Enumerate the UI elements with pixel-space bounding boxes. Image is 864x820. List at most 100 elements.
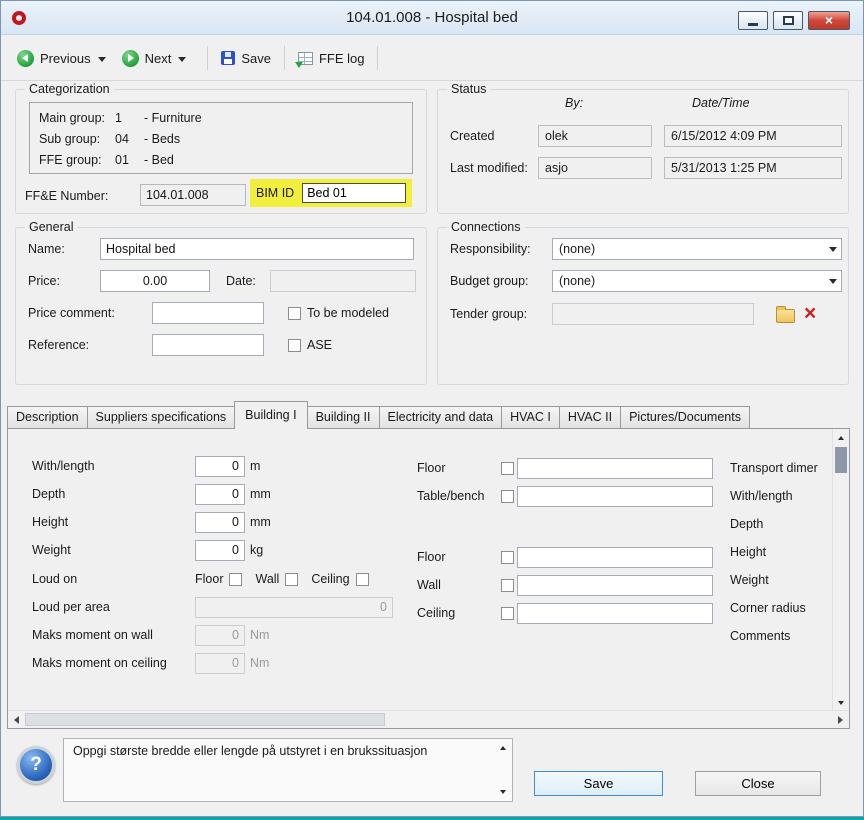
datetime-header: Date/Time — [692, 96, 750, 110]
tab-pictures-documents[interactable]: Pictures/Documents — [620, 406, 750, 429]
ase-label: ASE — [307, 338, 332, 352]
modified-datetime-field: 5/31/2013 1:25 PM — [664, 157, 842, 179]
surface-floor-checkbox[interactable] — [501, 551, 514, 564]
ffe-number-label: FF&E Number: — [25, 189, 108, 203]
tab-hvac-1[interactable]: HVAC I — [501, 406, 560, 429]
scroll-left-icon[interactable] — [8, 711, 25, 728]
tab-electricity-and-data[interactable]: Electricity and data — [379, 406, 503, 429]
close-dialog-button[interactable]: Close — [695, 771, 821, 796]
chevron-down-icon — [824, 271, 841, 291]
previous-button[interactable]: Previous — [13, 46, 95, 71]
save-toolbar-button[interactable]: Save — [217, 47, 275, 70]
titlebar[interactable]: 104.01.008 - Hospital bed × — [1, 1, 863, 35]
toolbar: Previous Next Save FFE log — [1, 36, 863, 81]
next-dropdown[interactable] — [175, 47, 189, 69]
tab-building-1[interactable]: Building I — [234, 401, 307, 429]
scroll-right-icon[interactable] — [832, 711, 849, 728]
budget-group-select[interactable]: (none) — [552, 270, 842, 292]
browse-folder-icon[interactable] — [776, 309, 795, 323]
tender-group-row: Tender group: × — [450, 303, 816, 325]
floor-mount-checkbox[interactable] — [501, 462, 514, 475]
with-length-unit: m — [250, 459, 260, 473]
previous-dropdown[interactable] — [95, 47, 109, 69]
ffe-group-code: 01 — [115, 153, 144, 167]
categorization-group: Categorization Main group: 1 - Furniture… — [15, 89, 427, 214]
save-button[interactable]: Save — [534, 771, 663, 796]
right-height-label: Height — [730, 545, 832, 559]
loud-wall-checkbox[interactable] — [285, 573, 298, 586]
tender-group-field — [552, 303, 754, 325]
surface-wall-checkbox[interactable] — [501, 579, 514, 592]
toolbar-separator — [284, 46, 285, 70]
table-bench-checkbox[interactable] — [501, 490, 514, 503]
with-length-input[interactable] — [195, 456, 245, 477]
delete-icon[interactable]: × — [804, 305, 816, 323]
price-comment-input[interactable] — [152, 302, 264, 324]
price-input[interactable] — [100, 270, 210, 292]
height-row: Height mm — [32, 511, 271, 533]
tab-suppliers-specifications[interactable]: Suppliers specifications — [87, 406, 236, 429]
building-1-panel: With/length m Depth mm Height mm Weight … — [7, 428, 850, 729]
tab-description[interactable]: Description — [7, 406, 88, 429]
ffe-log-button[interactable]: FFE log — [294, 47, 369, 70]
created-datetime-field: 6/15/2012 4:09 PM — [664, 125, 842, 147]
toolbar-separator — [377, 46, 378, 70]
bim-id-input[interactable] — [302, 183, 406, 203]
maks-moment-ceiling-label: Maks moment on ceiling — [32, 656, 195, 670]
ffe-log-icon — [298, 52, 313, 65]
to-be-modeled-checkbox[interactable] — [288, 307, 301, 320]
tab-hvac-2[interactable]: HVAC II — [559, 406, 621, 429]
price-label: Price: — [28, 274, 100, 288]
sub-group-label: Sub group: — [39, 132, 115, 146]
maks-moment-ceiling-row: Maks moment on ceiling Nm — [32, 652, 269, 674]
budget-group-row: Budget group: (none) — [450, 270, 842, 292]
previous-icon — [17, 50, 34, 67]
surface-ceiling-input[interactable] — [517, 603, 713, 624]
window-title: 104.01.008 - Hospital bed — [1, 1, 863, 35]
scroll-up-icon[interactable] — [833, 429, 849, 446]
next-label: Next — [145, 51, 172, 66]
name-row: Name: — [28, 238, 414, 260]
reference-input[interactable] — [152, 334, 264, 356]
surface-floor-input[interactable] — [517, 547, 713, 568]
general-legend: General — [25, 220, 77, 234]
horizontal-scrollbar[interactable] — [8, 710, 849, 728]
loud-on-label: Loud on — [32, 572, 195, 586]
sub-group-name: - Beds — [144, 132, 180, 146]
last-modified-label: Last modified: — [450, 161, 528, 175]
ffe-group-row: FFE group: 01 - Bed — [30, 149, 412, 170]
weight-row: Weight kg — [32, 539, 263, 561]
scroll-down-icon[interactable] — [833, 694, 849, 711]
save-toolbar-label: Save — [241, 51, 271, 66]
ase-checkbox[interactable] — [288, 339, 301, 352]
help-scroll-up-icon[interactable] — [497, 742, 509, 754]
surface-ceiling-checkbox[interactable] — [501, 607, 514, 620]
loud-per-area-input — [195, 597, 393, 618]
close-button[interactable]: × — [808, 11, 850, 30]
responsibility-value: (none) — [559, 242, 595, 256]
loud-ceiling-checkbox[interactable] — [356, 573, 369, 586]
help-icon[interactable]: ? — [17, 746, 55, 784]
depth-input[interactable] — [195, 484, 245, 505]
name-input[interactable] — [100, 238, 414, 260]
loud-floor-checkbox[interactable] — [229, 573, 242, 586]
next-button[interactable]: Next — [118, 46, 176, 71]
table-bench-label: Table/bench — [417, 489, 501, 503]
vertical-scrollbar[interactable] — [832, 429, 849, 711]
tab-building-2[interactable]: Building II — [307, 406, 380, 429]
horizontal-scroll-thumb[interactable] — [25, 713, 385, 726]
height-input[interactable] — [195, 512, 245, 533]
help-scroll-down-icon[interactable] — [497, 786, 509, 798]
surface-wall-input[interactable] — [517, 575, 713, 596]
responsibility-select[interactable]: (none) — [552, 238, 842, 260]
depth-row: Depth mm — [32, 483, 271, 505]
floor-mount-input[interactable] — [517, 458, 713, 479]
minimize-button[interactable] — [738, 11, 768, 30]
maximize-button[interactable] — [773, 11, 803, 30]
table-bench-input[interactable] — [517, 486, 713, 507]
date-label: Date: — [226, 274, 270, 288]
floor-mount-row: Floor — [417, 457, 713, 479]
vertical-scroll-thumb[interactable] — [835, 447, 847, 473]
weight-input[interactable] — [195, 540, 245, 561]
chevron-down-icon — [824, 239, 841, 259]
